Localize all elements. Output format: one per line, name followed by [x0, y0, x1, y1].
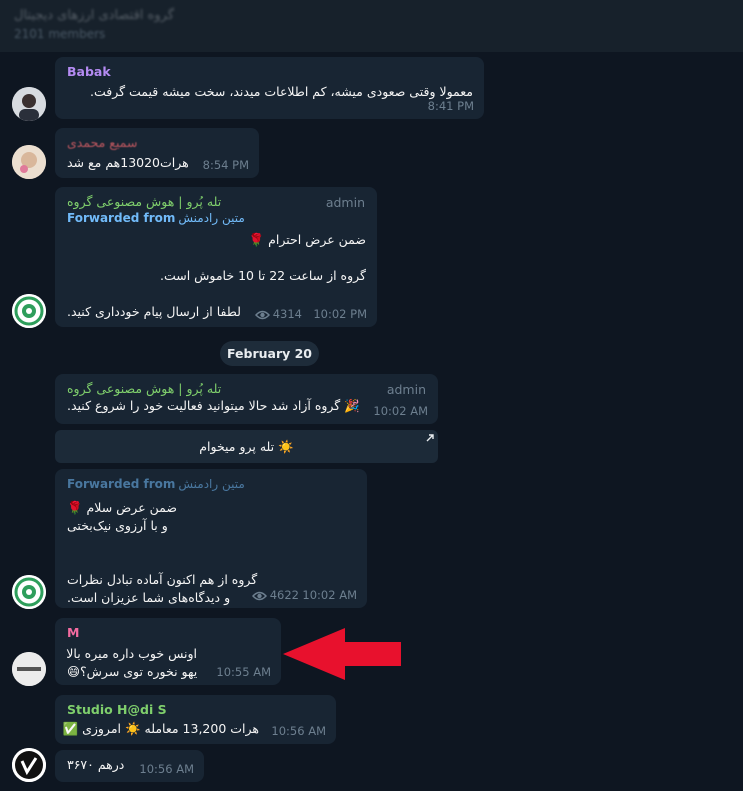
message-text: گروه از ساعت 22 تا 10 خاموش است.	[159, 268, 366, 283]
sender-name[interactable]: Babak	[67, 64, 473, 80]
message-bubble[interactable]: Studio H@di S هرات 13,200 معامله ☀️ امرو…	[55, 695, 336, 744]
message-bubble[interactable]: سمیع محمدی هرات13020هم مع شد 8:54 PM	[55, 128, 259, 178]
forwarded-name[interactable]: متین رادمنش	[178, 477, 244, 491]
message-text: گروه از هم اکنون آماده تبادل نظرات	[67, 572, 258, 587]
avatar-m[interactable]	[12, 652, 46, 686]
sender-name[interactable]: M	[67, 625, 270, 641]
chat-header[interactable]: گروه اقتصادی ارزهای دیجیتال 2101 members	[0, 0, 743, 52]
message-text	[67, 249, 366, 267]
avatar-group-bot[interactable]	[12, 294, 46, 328]
message-time: 8:41 PM	[427, 99, 474, 113]
message-time: 10:02 AM	[373, 404, 428, 418]
avatar-samie[interactable]	[12, 145, 46, 179]
message-text: درهم ۳۶۷۰	[67, 757, 125, 772]
admin-badge: admin	[386, 382, 426, 397]
sender-name[interactable]: Studio H@di S	[67, 702, 325, 718]
chat-title[interactable]: گروه اقتصادی ارزهای دیجیتال	[14, 8, 174, 23]
forwarded-label: Forwarded from	[67, 211, 176, 225]
admin-badge: admin	[325, 195, 365, 210]
avatar-group-bot[interactable]	[12, 575, 46, 609]
message-text: اونس خوب داره میره بالا	[66, 646, 197, 661]
eye-icon	[251, 591, 267, 601]
eye-icon	[254, 310, 270, 320]
avatar-babak[interactable]	[12, 87, 46, 121]
message-time: 10:55 AM	[216, 665, 271, 679]
view-count: 4314	[254, 307, 302, 321]
message-text: یهو نخوره توی سرش؟😄	[67, 664, 198, 679]
message-bubble[interactable]: درهم ۳۶۷۰ 10:56 AM	[55, 750, 204, 782]
button-label: ☀️ تله پرو میخوام	[199, 439, 294, 454]
avatar-vimeo[interactable]	[12, 748, 46, 782]
message-text: ضمن عرض احترام 🌹	[248, 232, 366, 247]
message-text	[67, 285, 366, 303]
inline-url-button[interactable]: ☀️ تله پرو میخوام	[55, 430, 438, 463]
message-bubble[interactable]: admin تله پُرو | هوش مصنوعی گروه Forward…	[55, 187, 377, 327]
message-time: 10:02 PM	[313, 307, 367, 321]
member-count: 2101 members	[14, 27, 106, 41]
view-count: 4622	[251, 588, 299, 602]
message-time: 10:02 AM	[302, 588, 357, 602]
message-bubble[interactable]: Forwarded from متین رادمنش ضمن عرض سلام 🌹…	[55, 469, 367, 608]
forwarded-name[interactable]: متین رادمنش	[178, 211, 244, 225]
message-text: هرات 13,200 معامله ☀️ امروزی ✅	[62, 721, 259, 736]
message-time: 10:56 AM	[139, 762, 194, 776]
sender-name[interactable]: سمیع محمدی	[67, 135, 248, 151]
forwarded-from[interactable]: Forwarded from متین رادمنش	[67, 210, 366, 226]
message-bubble[interactable]: admin تله پُرو | هوش مصنوعی گروه 🎉 گروه …	[55, 374, 438, 424]
red-arrow-annotation	[283, 628, 401, 680]
message-text: و دیدگاه‌های شما عزیزان است.	[67, 590, 231, 605]
message-bubble[interactable]: M اونس خوب داره میره بالا یهو نخوره توی …	[55, 618, 281, 685]
message-text: 🎉 گروه آزاد شد حالا میتوانید فعالیت خود …	[67, 398, 360, 413]
message-time: 10:56 AM	[271, 724, 326, 738]
message-text: معمولا وقتی صعودی میشه، کم اطلاعات میدند…	[89, 84, 473, 99]
message-text	[67, 553, 356, 571]
message-text	[67, 535, 356, 553]
sender-name[interactable]: تله پُرو | هوش مصنوعی گروه	[67, 381, 427, 397]
message-text: لطفا از ارسال پیام خودداری کنید.	[67, 304, 241, 319]
forwarded-label: Forwarded from	[67, 477, 176, 491]
sender-name[interactable]: تله پُرو | هوش مصنوعی گروه	[67, 194, 366, 210]
message-text: ضمن عرض سلام 🌹	[67, 500, 177, 515]
date-separator: February 20	[220, 341, 319, 366]
message-time: 8:54 PM	[202, 158, 249, 172]
message-text: و با آرزوی نیک‌بختی	[67, 518, 168, 533]
forwarded-from[interactable]: Forwarded from متین رادمنش	[67, 476, 356, 492]
message-bubble[interactable]: Babak معمولا وقتی صعودی میشه، کم اطلاعات…	[55, 57, 484, 119]
arrow-up-right-icon	[426, 434, 434, 442]
